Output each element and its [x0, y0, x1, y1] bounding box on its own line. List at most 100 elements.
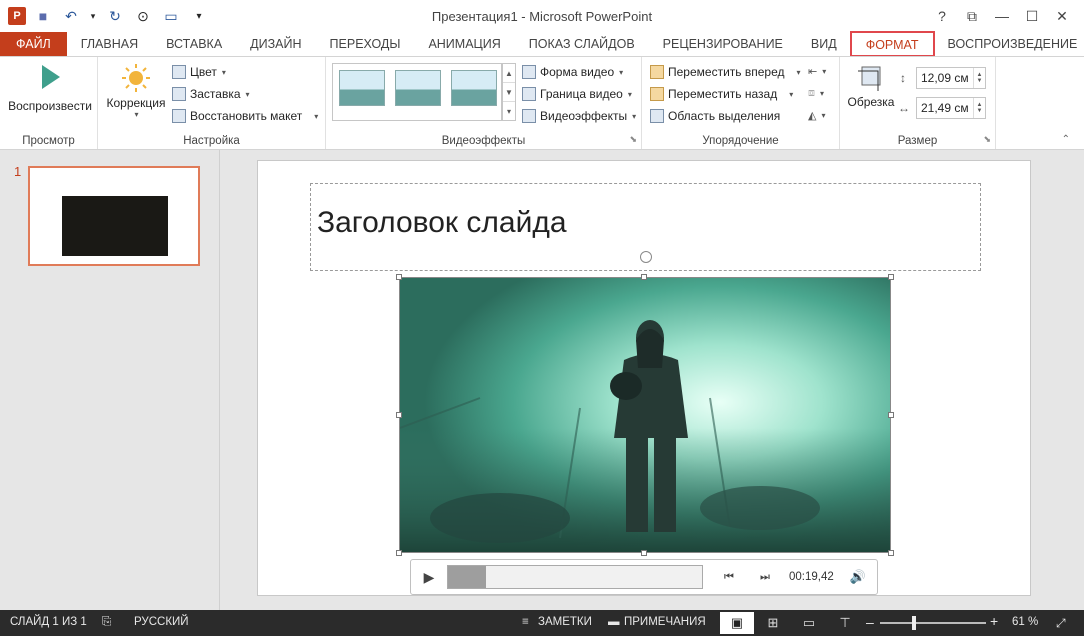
status-bar: СЛАЙД 1 ИЗ 1 ⎘ РУССКИЙ ≡ ЗАМЕТКИ ▬ ПРИМЕ… — [0, 610, 1084, 636]
slide-title: Заголовок слайда — [317, 206, 567, 239]
rotate-icon: ◭ — [808, 110, 817, 122]
skip-forward-icon[interactable]: ⏭ — [747, 559, 783, 595]
language-indicator[interactable]: РУССКИЙ — [134, 616, 189, 628]
selection-pane-button[interactable]: Область выделения — [650, 109, 780, 123]
reset-design-button[interactable]: Восстановить макет ▾ — [172, 109, 318, 123]
align-icon: ⇤ — [808, 66, 818, 78]
tab-format[interactable]: ФОРМАТ — [849, 31, 935, 57]
window-title: Презентация1 - Microsoft PowerPoint — [431, 9, 653, 24]
zoom-in-button[interactable]: + — [990, 613, 998, 629]
tab-playback[interactable]: ВОСПРОИЗВЕДЕНИЕ — [934, 32, 1084, 56]
video-style-1[interactable] — [339, 70, 385, 106]
window-controls: ? ⧉ — ☐ ✕ — [928, 4, 1076, 28]
comments-button[interactable]: ПРИМЕЧАНИЯ — [624, 616, 706, 628]
play-pause-icon[interactable]: ▶ — [411, 559, 447, 595]
tab-review[interactable]: РЕЦЕНЗИРОВАНИЕ — [649, 32, 797, 56]
dialog-launcher-icon[interactable]: ⬊ — [629, 134, 637, 145]
seek-bar[interactable] — [447, 565, 703, 589]
collapse-ribbon-icon[interactable]: ⌃ — [1062, 134, 1070, 145]
resize-handle[interactable] — [641, 550, 647, 556]
slideshow-view-icon[interactable]: ⊤ — [828, 612, 862, 634]
resize-handle[interactable] — [396, 550, 402, 556]
close-button[interactable]: ✕ — [1048, 4, 1076, 28]
gallery-down-icon[interactable]: ▼ — [503, 83, 515, 102]
slide-thumbnail[interactable] — [28, 166, 200, 266]
crop-button[interactable]: Обрезка — [844, 63, 898, 109]
send-backward-button[interactable]: Переместить назад ▾ — [650, 87, 793, 101]
gallery-up-icon[interactable]: ▲ — [503, 64, 515, 83]
tab-file[interactable]: ФАЙЛ — [0, 32, 67, 56]
color-button[interactable]: Цвет ▾ — [172, 65, 226, 79]
chevron-down-icon: ▾ — [245, 89, 250, 99]
workspace: 1 Заголовок слайда ▶ ⏮ ⏭ 00:19,42 🔊 — [0, 150, 1084, 610]
chevron-down-icon: ▾ — [796, 67, 801, 77]
gallery-more-icon[interactable]: ▾ — [503, 102, 515, 120]
width-field[interactable]: 21,49 см ▲ ▼ — [916, 97, 986, 119]
skip-back-icon[interactable]: ⏮ — [711, 559, 747, 595]
video-image — [400, 278, 890, 552]
poster-button[interactable]: Заставка ▾ — [172, 87, 250, 101]
height-spinner-icon[interactable]: ▲ ▼ — [973, 68, 985, 88]
height-field[interactable]: 12,09 см ▲ ▼ — [916, 67, 986, 89]
chevron-down-icon: ▾ — [632, 111, 637, 121]
tab-animations[interactable]: АНИМАЦИЯ — [414, 32, 514, 56]
zoom-out-button[interactable]: – — [866, 614, 874, 630]
tab-slideshow[interactable]: ПОКАЗ СЛАЙДОВ — [515, 32, 649, 56]
group-size: Обрезка ↕ 12,09 см ▲ ▼ ↔ 21,49 см ▲ ▼ Размер… — [840, 57, 996, 149]
width-value: 21,49 см — [921, 101, 969, 115]
zoom-level[interactable]: 61 % — [1012, 616, 1038, 628]
slide-sorter-icon[interactable]: ⊞ — [756, 612, 790, 634]
spelling-icon[interactable]: ⎘ — [102, 616, 111, 629]
height-icon: ↕ — [900, 71, 906, 85]
help-button[interactable]: ? — [928, 4, 956, 28]
video-border-button[interactable]: Граница видео ▾ — [522, 87, 632, 101]
tab-home[interactable]: ГЛАВНАЯ — [67, 32, 152, 56]
group-adjust: Коррекция ▾ Цвет ▾ Заставка ▾ Восстановить… — [98, 57, 326, 149]
group-label-adjust: Настройка — [183, 135, 240, 147]
play-icon — [42, 65, 60, 89]
resize-handle[interactable] — [888, 274, 894, 280]
zoom-slider[interactable] — [880, 622, 986, 624]
ribbon-display-button[interactable]: ⧉ — [958, 4, 986, 28]
maximize-button[interactable]: ☐ — [1018, 4, 1046, 28]
tab-design[interactable]: ДИЗАЙН — [236, 32, 315, 56]
group-objects-button[interactable]: ⧈ ▾ — [808, 87, 824, 100]
fit-to-window-icon[interactable]: ⤢ — [1056, 616, 1066, 631]
reading-view-icon[interactable]: ▭ — [792, 612, 826, 634]
zoom-slider-thumb[interactable] — [912, 616, 916, 630]
resize-handle[interactable] — [396, 274, 402, 280]
width-spinner-icon[interactable]: ▲ ▼ — [973, 98, 985, 118]
tab-transitions[interactable]: ПЕРЕХОДЫ — [316, 32, 415, 56]
video-style-2[interactable] — [395, 70, 441, 106]
bring-forward-button[interactable]: Переместить вперед ▾ — [650, 65, 801, 79]
rotate-handle-icon[interactable] — [640, 251, 652, 263]
resize-handle[interactable] — [888, 550, 894, 556]
dialog-launcher-icon[interactable]: ⬊ — [983, 134, 991, 145]
volume-icon[interactable]: 🔊 — [840, 559, 876, 595]
selection-pane-icon — [650, 109, 664, 123]
notes-button[interactable]: ЗАМЕТКИ — [538, 616, 592, 628]
resize-handle[interactable] — [396, 412, 402, 418]
resize-handle[interactable] — [641, 274, 647, 280]
play-button[interactable]: Воспроизвести — [6, 63, 94, 113]
group-label-video-styles: Видеоэффекты — [441, 135, 526, 147]
correction-button[interactable]: Коррекция ▾ — [104, 63, 168, 119]
vertical-scrollbar[interactable] — [1068, 150, 1084, 610]
align-button[interactable]: ⇤ ▾ — [808, 65, 826, 78]
height-value: 12,09 см — [921, 71, 969, 85]
rotate-button[interactable]: ◭ ▾ — [808, 109, 825, 122]
tab-insert[interactable]: ВСТАВКА — [152, 32, 236, 56]
video-effects-button[interactable]: Видеоэффекты ▾ — [522, 109, 636, 123]
chevron-down-icon: ▾ — [789, 89, 794, 99]
normal-view-icon[interactable]: ▣ — [720, 612, 754, 634]
video-shape-button[interactable]: Форма видео ▾ — [522, 65, 623, 79]
media-controls: ▶ ⏮ ⏭ 00:19,42 🔊 — [410, 559, 878, 595]
video-frame[interactable] — [399, 277, 891, 553]
bring-forward-icon — [650, 65, 664, 79]
video-style-3[interactable] — [451, 70, 497, 106]
resize-handle[interactable] — [888, 412, 894, 418]
tab-view[interactable]: ВИД — [797, 32, 851, 56]
shape-label: Форма видео — [540, 65, 615, 79]
playback-time: 00:19,42 — [789, 571, 834, 583]
minimize-button[interactable]: — — [988, 4, 1016, 28]
